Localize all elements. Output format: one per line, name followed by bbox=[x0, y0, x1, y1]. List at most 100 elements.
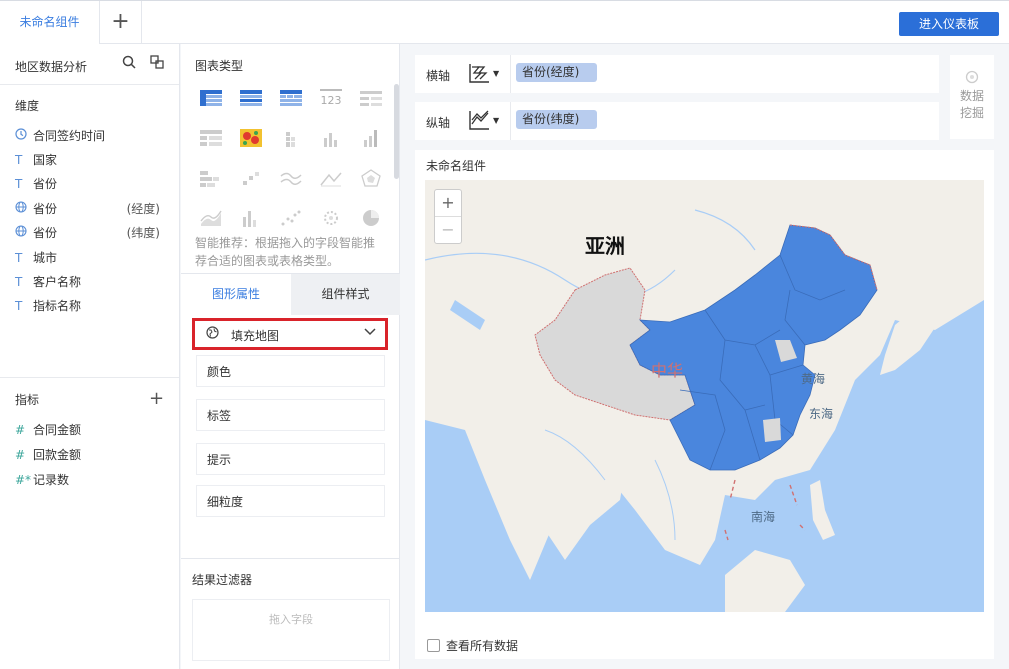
view-all-label: 查看所有数据 bbox=[446, 639, 519, 653]
dimension-field-province-longitude[interactable]: 省份 (经度) bbox=[15, 199, 165, 219]
zoom-in-button[interactable]: + bbox=[435, 190, 461, 216]
result-filter-title: 结果过滤器 bbox=[192, 573, 253, 587]
globe-icon bbox=[206, 326, 219, 343]
map-label-asia: 亚洲 bbox=[585, 234, 625, 258]
label-property[interactable]: 标签 bbox=[196, 399, 385, 431]
field-label: 省份 bbox=[33, 202, 58, 216]
data-mining-button[interactable]: 数据 挖掘 bbox=[950, 55, 994, 139]
dimension-field-customer-name[interactable]: T 客户名称 bbox=[15, 272, 165, 292]
map-type-select[interactable]: 填充地图 bbox=[192, 318, 388, 350]
color-property[interactable]: 颜色 bbox=[196, 355, 385, 387]
dimensions-title: 维度 bbox=[15, 99, 40, 113]
metric-field-record-count[interactable]: #* 记录数 bbox=[15, 470, 165, 490]
field-suffix: (经度) bbox=[126, 202, 160, 216]
search-icon[interactable] bbox=[122, 55, 136, 73]
globe-icon bbox=[15, 223, 33, 243]
field-label: 国家 bbox=[33, 153, 58, 167]
chart-title: 未命名组件 bbox=[426, 159, 487, 173]
data-mining-label-2: 挖掘 bbox=[959, 106, 984, 120]
tab-unnamed-component[interactable]: 未命名组件 bbox=[0, 1, 100, 44]
dimension-field-province[interactable]: T 省份 bbox=[15, 174, 165, 194]
field-label: 省份 bbox=[33, 226, 58, 240]
table-chart-icon[interactable] bbox=[199, 88, 223, 108]
chevron-down-icon bbox=[363, 324, 377, 342]
top-bar: 未命名组件 + 进入仪表板 bbox=[0, 0, 1009, 44]
kpi-number-icon[interactable]: 123 bbox=[319, 88, 343, 108]
y-axis-field-pill[interactable]: 省份(纬度) bbox=[516, 110, 597, 129]
bar-chart-icon[interactable] bbox=[359, 128, 383, 148]
area-chart-icon[interactable] bbox=[199, 208, 223, 228]
detail-list-icon[interactable] bbox=[359, 88, 383, 108]
enter-dashboard-button[interactable]: 进入仪表板 bbox=[899, 12, 999, 36]
scrollbar[interactable] bbox=[394, 84, 399, 179]
text-icon: T bbox=[15, 299, 23, 313]
tab-graphic-properties[interactable]: 图形属性 bbox=[181, 274, 291, 315]
zoom-out-button[interactable]: − bbox=[435, 216, 461, 242]
x-axis-field-pill[interactable]: 省份(经度) bbox=[516, 63, 597, 82]
map-type-label: 填充地图 bbox=[231, 329, 280, 343]
divider bbox=[0, 377, 179, 378]
dimension-field-city[interactable]: T 城市 bbox=[15, 248, 165, 268]
field-panel: 地区数据分析 维度 合同签约时间 T 国家 T 省份 省份 (经度) 省份 (纬度) T… bbox=[0, 44, 180, 669]
granularity-property[interactable]: 细粒度 bbox=[196, 485, 385, 517]
drop-zone-placeholder: 拖入字段 bbox=[269, 613, 313, 626]
metric-field-payment-amount[interactable]: # 回款金额 bbox=[15, 445, 165, 465]
bar-table-icon[interactable] bbox=[199, 128, 223, 148]
zoom-control: + − bbox=[434, 189, 462, 244]
add-metric-icon[interactable]: + bbox=[149, 388, 164, 409]
grouped-table-icon[interactable] bbox=[239, 88, 263, 108]
tooltip-property[interactable]: 提示 bbox=[196, 443, 385, 475]
divider bbox=[510, 102, 511, 140]
dimension-field-metric-name[interactable]: T 指标名称 bbox=[15, 296, 165, 316]
field-label: 回款金额 bbox=[33, 448, 82, 462]
x-axis-chart-type-icon[interactable] bbox=[467, 62, 491, 84]
stacked-bar-icon[interactable] bbox=[199, 168, 223, 188]
filter-drop-zone[interactable]: 拖入字段 bbox=[192, 599, 390, 661]
hash-icon: # bbox=[15, 423, 26, 437]
map-label-china: 中华 bbox=[651, 361, 684, 380]
data-mining-icon bbox=[950, 70, 994, 88]
smart-recommend-hint: 智能推荐：根据拖入的字段智能推荐合适的图表或表格类型。 bbox=[195, 236, 376, 268]
caret-down-icon[interactable]: ▼ bbox=[493, 116, 499, 125]
scatter-chart-icon[interactable] bbox=[279, 208, 303, 228]
field-label: 合同签约时间 bbox=[33, 129, 106, 143]
field-label: 客户名称 bbox=[33, 275, 82, 289]
column-chart-icon[interactable] bbox=[319, 128, 343, 148]
field-label: 指标名称 bbox=[33, 299, 82, 313]
chart-config-panel: 图表类型 123 智能推荐：根据拖入的字段智能推荐合适的图表或表格类型。 图形属… bbox=[181, 44, 400, 669]
checkbox-icon bbox=[427, 639, 440, 652]
scatter-step-icon[interactable] bbox=[239, 168, 263, 188]
dimension-field-province-latitude[interactable]: 省份 (纬度) bbox=[15, 223, 165, 243]
text-icon: T bbox=[15, 177, 23, 191]
map-label-yellow-sea: 黄海 bbox=[801, 372, 826, 386]
bubble-chart-icon[interactable] bbox=[319, 208, 343, 228]
filled-map[interactable]: + − 亚洲 中华 黄海 东海 南海 bbox=[425, 180, 984, 612]
radar-chart-icon[interactable] bbox=[359, 168, 383, 188]
pie-chart-icon[interactable] bbox=[359, 208, 383, 228]
y-axis-chart-type-icon[interactable] bbox=[467, 109, 491, 131]
globe-icon bbox=[15, 199, 33, 219]
area-line-icon[interactable] bbox=[319, 168, 343, 188]
x-axis-row: 横轴 ▼ 省份(经度) bbox=[415, 55, 939, 93]
waterfall-icon[interactable] bbox=[239, 208, 263, 228]
add-tab-button[interactable]: + bbox=[100, 1, 142, 44]
field-label: 记录数 bbox=[33, 473, 70, 487]
switch-dataset-icon[interactable] bbox=[150, 55, 164, 73]
caret-down-icon[interactable]: ▼ bbox=[493, 69, 499, 78]
metrics-title: 指标 bbox=[15, 393, 40, 407]
dimension-field-country[interactable]: T 国家 bbox=[15, 150, 165, 170]
cross-table-icon[interactable] bbox=[279, 88, 303, 108]
x-axis-label: 横轴 bbox=[426, 69, 451, 83]
metric-field-contract-amount[interactable]: # 合同金额 bbox=[15, 420, 165, 440]
svg-text:123: 123 bbox=[321, 94, 342, 107]
tab-component-style[interactable]: 组件样式 bbox=[291, 274, 400, 315]
view-all-data-checkbox[interactable]: 查看所有数据 bbox=[427, 637, 518, 654]
hash-star-icon: #* bbox=[15, 473, 32, 487]
dimension-field-contract-time[interactable]: 合同签约时间 bbox=[15, 126, 165, 146]
heatmap-icon[interactable] bbox=[239, 128, 263, 148]
map-label-east-sea: 东海 bbox=[809, 407, 834, 421]
line-chart-icon[interactable] bbox=[279, 168, 303, 188]
grouped-bar-icon[interactable] bbox=[279, 128, 303, 148]
field-label: 城市 bbox=[33, 251, 58, 265]
chart-type-title: 图表类型 bbox=[195, 59, 244, 73]
